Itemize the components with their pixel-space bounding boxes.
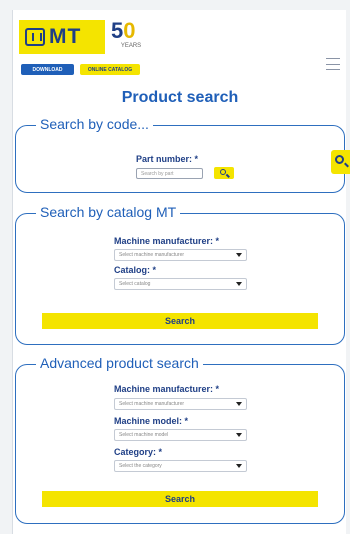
online-catalog-button[interactable]: ONLINE CATALOG xyxy=(80,64,140,75)
machine-model-select[interactable]: Select machine model xyxy=(114,429,247,441)
catalog-value: Select catalog xyxy=(119,281,151,287)
category-select[interactable]: Select the category xyxy=(114,460,247,472)
anniversary-logo: 50 YEARS xyxy=(111,20,151,56)
advanced-manufacturer-label: Machine manufacturer: * xyxy=(114,384,220,394)
mt-logo-icon xyxy=(25,28,45,46)
catalog-search-button[interactable]: Search xyxy=(42,313,318,329)
advanced-manufacturer-value: Select machine manufacturer xyxy=(119,401,185,407)
category-value: Select the category xyxy=(119,463,162,469)
part-number-input[interactable]: Search by part xyxy=(136,168,203,179)
advanced-search-section: Advanced product search Machine manufact… xyxy=(15,355,345,524)
search-icon xyxy=(220,169,226,175)
page-title: Product search xyxy=(121,89,239,106)
hamburger-icon[interactable] xyxy=(326,58,340,70)
machine-model-value: Select machine model xyxy=(119,432,169,438)
mt-logo[interactable]: MT xyxy=(19,20,105,54)
floating-search-button[interactable] xyxy=(331,150,350,174)
chevron-down-icon xyxy=(236,402,242,406)
catalog-manufacturer-label: Machine manufacturer: * xyxy=(114,236,220,246)
catalog-select[interactable]: Select catalog xyxy=(114,278,247,290)
catalog-label: Catalog: * xyxy=(114,265,157,275)
catalog-manufacturer-select[interactable]: Select machine manufacturer xyxy=(114,249,247,261)
anniversary-subtitle: YEARS xyxy=(120,43,142,49)
chevron-down-icon xyxy=(236,433,242,437)
chevron-down-icon xyxy=(236,464,242,468)
search-by-catalog-section: Search by catalog MT Machine manufacture… xyxy=(15,204,345,345)
chevron-down-icon xyxy=(236,253,242,257)
chevron-down-icon xyxy=(236,282,242,286)
download-button[interactable]: DOWNLOAD xyxy=(21,64,74,75)
part-number-label: Part number: * xyxy=(136,154,199,164)
search-by-catalog-legend: Search by catalog MT xyxy=(36,204,181,220)
machine-model-label: Machine model: * xyxy=(114,416,189,426)
category-label: Category: * xyxy=(114,447,163,457)
catalog-manufacturer-value: Select machine manufacturer xyxy=(119,252,185,258)
anniversary-digit-0: 0 xyxy=(123,18,136,43)
anniversary-number: 50 xyxy=(111,20,151,42)
search-by-code-section: Search by code... Part number: * Search … xyxy=(15,116,345,193)
logo-text: MT xyxy=(49,25,82,48)
anniversary-digit-5: 5 xyxy=(111,18,124,43)
search-icon xyxy=(335,155,344,164)
advanced-search-button[interactable]: Search xyxy=(42,491,318,507)
advanced-manufacturer-select[interactable]: Select machine manufacturer xyxy=(114,398,247,410)
part-search-button[interactable] xyxy=(214,167,234,179)
search-by-code-legend: Search by code... xyxy=(36,116,153,132)
advanced-search-legend: Advanced product search xyxy=(36,355,203,371)
